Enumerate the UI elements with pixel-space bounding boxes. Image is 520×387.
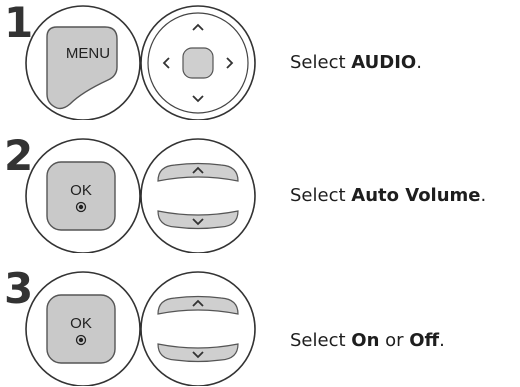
step-2: 2 OK Select Auto Volume.: [0, 133, 520, 253]
ok-button-label: OK: [70, 182, 92, 199]
step-2-buttons: OK: [25, 138, 256, 253]
ok-button[interactable]: OK: [25, 138, 141, 253]
ok-button-label: OK: [70, 315, 92, 332]
menu-button-label: MENU: [66, 45, 110, 62]
up-down-keys[interactable]: [140, 271, 256, 386]
navigation-pad[interactable]: [140, 5, 256, 120]
step-3-caption: Select On or Off.: [290, 330, 445, 351]
ok-button[interactable]: OK: [25, 271, 141, 386]
menu-button[interactable]: MENU: [25, 5, 141, 120]
step-1-caption: Select AUDIO.: [290, 52, 422, 73]
step-1-buttons: MENU: [25, 5, 256, 120]
step-1: 1 MENU Select AUDIO.: [0, 0, 520, 120]
step-2-caption: Select Auto Volume.: [290, 185, 487, 206]
step-3: 3 OK Select On or Off.: [0, 266, 520, 386]
step-3-buttons: OK: [25, 271, 256, 386]
ok-center-button[interactable]: [182, 47, 214, 79]
up-down-keys[interactable]: [140, 138, 256, 253]
